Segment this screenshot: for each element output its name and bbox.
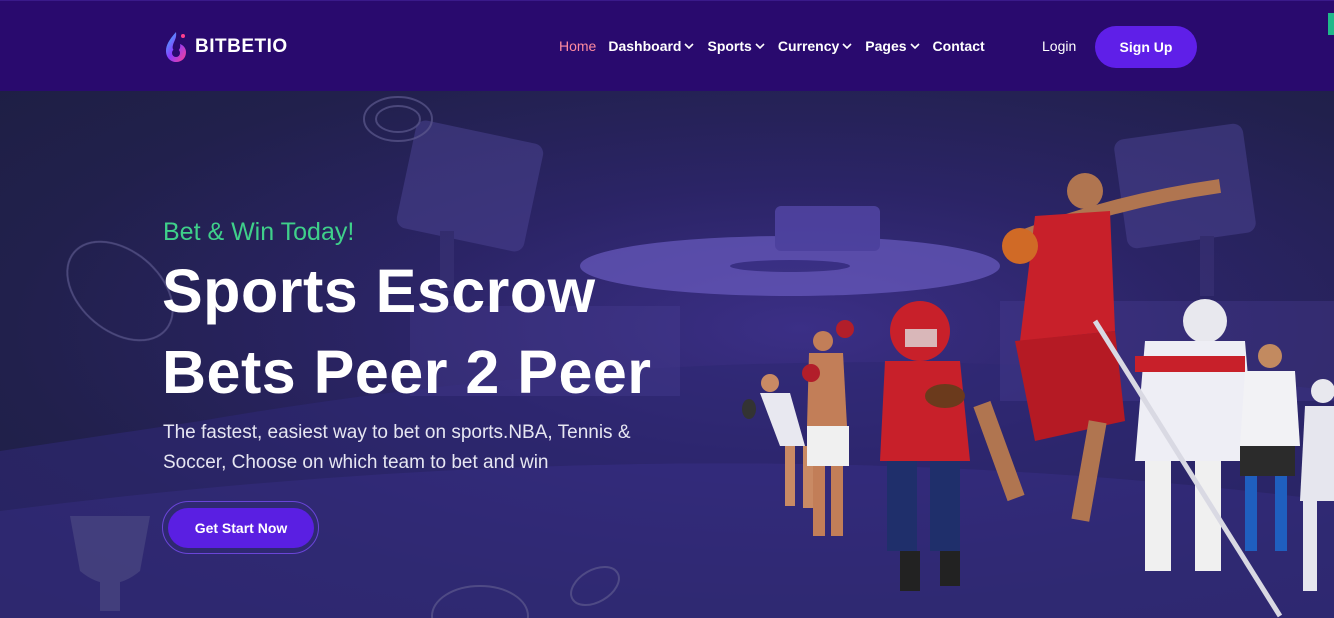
main-nav: Home Dashboard Sports Currency Pages Con… <box>559 38 997 54</box>
chevron-down-icon <box>755 43 765 50</box>
tennis-player-figure <box>742 374 813 508</box>
football-player-figure <box>880 301 970 591</box>
nav-item-label: Sports <box>707 38 752 54</box>
hero-title-line-2: Bets Peer 2 Peer <box>162 338 652 406</box>
get-start-now-button[interactable]: Get Start Now <box>168 508 314 548</box>
nav-item-contact[interactable]: Contact <box>933 38 985 54</box>
chevron-down-icon <box>842 43 852 50</box>
brand-name: BITBETIO <box>195 36 288 57</box>
top-navbar: BITBETIO Home Dashboard Sports Currency … <box>0 0 1334 91</box>
chevron-down-icon <box>909 43 920 50</box>
nav-item-label: Dashboard <box>608 38 682 54</box>
hero-tagline: Bet & Win Today! <box>163 218 355 246</box>
hero-description: The fastest, easiest way to bet on sport… <box>163 422 631 473</box>
soccer-player-figure <box>1240 344 1300 551</box>
chevron-down-icon <box>684 43 695 50</box>
nav-item-label: Pages <box>865 38 907 54</box>
sign-up-button[interactable]: Sign Up <box>1095 26 1197 68</box>
athletes-illustration <box>742 173 1334 618</box>
hero-title-line-1: Sports Escrow <box>162 257 596 325</box>
side-panel-tab[interactable] <box>1328 13 1334 35</box>
nav-item-label: Home <box>559 38 597 54</box>
login-link[interactable]: Login <box>1042 38 1076 54</box>
nav-item-dashboard[interactable]: Dashboard <box>608 38 695 54</box>
nav-item-sports[interactable]: Sports <box>707 38 765 54</box>
baseball-player-figure <box>1300 379 1334 591</box>
nav-item-label: Contact <box>932 38 985 54</box>
nav-item-pages[interactable]: Pages <box>865 38 920 54</box>
brand-logo-link[interactable]: BITBETIO <box>163 29 288 65</box>
brand-flame-icon <box>166 32 186 62</box>
nav-item-home[interactable]: Home <box>559 38 596 54</box>
nav-item-currency[interactable]: Currency <box>778 38 853 54</box>
nav-item-label: Currency <box>777 38 840 54</box>
hero-section: Bet & Win Today! Sports Escrow Bets Peer… <box>0 91 1334 618</box>
